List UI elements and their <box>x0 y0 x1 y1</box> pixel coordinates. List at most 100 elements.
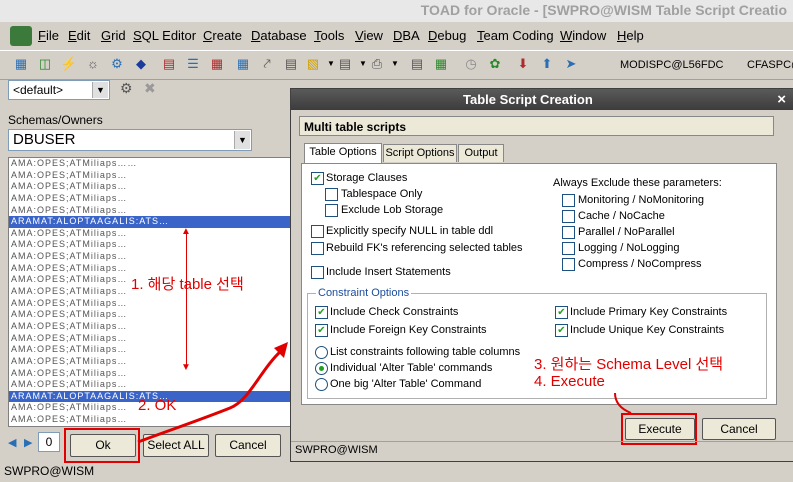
radio-one-big-label: One big 'Alter Table' Command <box>330 378 482 390</box>
download-icon[interactable]: ⬇ <box>514 55 532 73</box>
tab-script-options[interactable]: Script Options <box>383 144 457 162</box>
sql-icon[interactable]: ▤ <box>160 55 178 73</box>
dialog-title: Table Script Creation <box>463 92 593 107</box>
menu-create[interactable]: Create <box>203 28 242 43</box>
menu-edit[interactable]: Edit <box>68 28 90 43</box>
default-combo[interactable]: <default> ▼ <box>8 80 110 100</box>
export-icon[interactable]: ⤤ <box>258 55 276 73</box>
owner-combo[interactable]: DBUSER ▼ <box>8 129 252 151</box>
schemas-label: Schemas/Owners <box>8 113 103 127</box>
monitoring-checkbox[interactable] <box>562 194 575 207</box>
connection-tab-2[interactable]: CFASPC@ <box>747 59 793 71</box>
menu-view[interactable]: View <box>355 28 383 43</box>
chevron-down-icon[interactable]: ▼ <box>92 82 108 98</box>
include-insert-checkbox[interactable] <box>311 266 324 279</box>
menu-debug[interactable]: Debug <box>428 28 466 43</box>
unique-key-checkbox[interactable]: ✔ <box>555 324 568 337</box>
report-icon[interactable]: ▦ <box>208 55 226 73</box>
menu-team-coding[interactable]: Team Coding <box>477 28 554 43</box>
explicit-null-checkbox[interactable] <box>311 225 324 238</box>
radio-individual-label: Individual 'Alter Table' commands <box>330 362 493 374</box>
menu-help[interactable]: Help <box>617 28 644 43</box>
tab-table-options[interactable]: Table Options <box>304 143 382 163</box>
diamond-icon[interactable]: ◆ <box>132 55 150 73</box>
radio-following-columns[interactable] <box>315 346 328 359</box>
primary-key-label: Include Primary Key Constraints <box>570 306 728 318</box>
dialog-cancel-button[interactable]: Cancel <box>702 418 776 440</box>
storage-clauses-checkbox[interactable]: ✔ <box>311 172 324 185</box>
menu-window[interactable]: Window <box>560 28 606 43</box>
check-constraints-checkbox[interactable]: ✔ <box>315 306 328 319</box>
chevron-down-icon[interactable]: ▼ <box>386 55 404 73</box>
exclude-lob-checkbox[interactable] <box>325 204 338 217</box>
print-icon[interactable]: ⎙ <box>368 55 386 73</box>
connection-tab-1[interactable]: MODISPC@L56FDC <box>620 59 723 71</box>
list-item[interactable]: AMA:OPES;ATMiliaps…… <box>9 158 291 170</box>
primary-key-checkbox[interactable]: ✔ <box>555 306 568 319</box>
radio-individual-alter[interactable] <box>315 362 328 375</box>
document-icon[interactable]: ▤ <box>336 55 354 73</box>
tree-icon[interactable]: ☰ <box>184 55 202 73</box>
disabled-icon: ✖ <box>144 80 156 96</box>
exclude-lob-label: Exclude Lob Storage <box>341 204 444 216</box>
app-title: TOAD for Oracle - [SWPRO@WISM Table Scri… <box>420 2 787 18</box>
parallel-checkbox[interactable] <box>562 226 575 239</box>
navigate-icon[interactable]: ➤ <box>562 55 580 73</box>
constraint-options-title: Constraint Options <box>316 287 412 299</box>
tablespace-only-label: Tablespace Only <box>341 188 423 200</box>
compare-icon[interactable]: ▤ <box>408 55 426 73</box>
chevron-down-icon[interactable]: ▼ <box>234 131 250 149</box>
logging-label: Logging / NoLogging <box>578 242 680 254</box>
session-icon[interactable]: ☼ <box>84 55 102 73</box>
close-icon[interactable]: × <box>777 91 786 108</box>
list-item[interactable]: AMA:OPES;ATMiliaps… <box>9 181 291 193</box>
table-script-dialog: Table Script Creation × Multi table scri… <box>290 88 793 462</box>
list-item[interactable]: AMA:OPES;ATMiliaps… <box>9 170 291 182</box>
schema-browser-icon[interactable]: ◫ <box>36 55 54 73</box>
menu-grid[interactable]: Grid <box>101 28 126 43</box>
rebuild-fk-checkbox[interactable] <box>311 242 324 255</box>
lightning-icon[interactable]: ⚡ <box>60 55 78 73</box>
menu-database[interactable]: Database <box>251 28 307 43</box>
list-item[interactable]: AMA:OPES;ATMiliaps… <box>9 193 291 205</box>
schema-icon[interactable]: ▦ <box>432 55 450 73</box>
arrow-left-icon[interactable]: ◀ <box>8 436 16 449</box>
object-icon[interactable]: ⚙ <box>120 80 133 97</box>
sql-editor-icon[interactable]: ▦ <box>12 55 30 73</box>
status-bar-connection: SWPRO@WISM <box>4 464 95 478</box>
list-item[interactable]: AMA:OPES;ATMiliaps… <box>9 251 291 263</box>
cache-checkbox[interactable] <box>562 210 575 223</box>
tablespace-only-checkbox[interactable] <box>325 188 338 201</box>
menu-file[interactable]: File <box>38 28 59 43</box>
list-item[interactable]: AMA:OPES;ATMiliaps… <box>9 228 291 240</box>
main-toolbar: ▦ ◫ ⚡ ☼ ⚙ ◆ ▤ ☰ ▦ ▦ ⤤ ▤ ▧ ▼ ▤ ▼ ⎙ ▼ ▤ ▦ … <box>0 50 793 80</box>
folder-icon[interactable]: ▧ <box>304 55 322 73</box>
grid-icon[interactable]: ▦ <box>234 55 252 73</box>
bug-icon[interactable]: ✿ <box>486 55 504 73</box>
logging-checkbox[interactable] <box>562 242 575 255</box>
check-constraints-label: Include Check Constraints <box>330 306 459 318</box>
always-exclude-label: Always Exclude these parameters: <box>553 177 722 189</box>
menu-sql-editor[interactable]: SQL Editor <box>133 28 196 43</box>
clock-icon[interactable]: ◷ <box>462 55 480 73</box>
foreign-key-checkbox[interactable]: ✔ <box>315 324 328 337</box>
radio-one-big-alter[interactable] <box>315 378 328 391</box>
list-item[interactable]: AMA:OPES;ATMiliaps… <box>9 205 291 217</box>
menu-tools[interactable]: Tools <box>314 28 344 43</box>
clipboard-icon[interactable]: ▤ <box>282 55 300 73</box>
dialog-title-bar: Table Script Creation × <box>291 89 793 110</box>
menu-dba[interactable]: DBA <box>393 28 420 43</box>
foreign-key-label: Include Foreign Key Constraints <box>330 324 487 336</box>
list-item[interactable]: AMA:OPES;ATMiliaps… <box>9 298 291 310</box>
compress-checkbox[interactable] <box>562 258 575 271</box>
list-item[interactable]: AMA:OPES;ATMiliaps… <box>9 309 291 321</box>
tuning-icon[interactable]: ⚙ <box>108 55 126 73</box>
arrow-right-icon[interactable]: ▶ <box>24 436 32 449</box>
page-number-input[interactable]: 0 <box>38 432 60 452</box>
owner-value: DBUSER <box>13 131 76 148</box>
list-item[interactable]: AMA:OPES;ATMiliaps… <box>9 239 291 251</box>
annotation-arrow <box>137 342 288 444</box>
tab-output[interactable]: Output <box>458 144 504 162</box>
upload-icon[interactable]: ⬆ <box>538 55 556 73</box>
list-item-selected[interactable]: ARAMAT:ALOPTAAGALIS:ATS… <box>9 216 291 228</box>
